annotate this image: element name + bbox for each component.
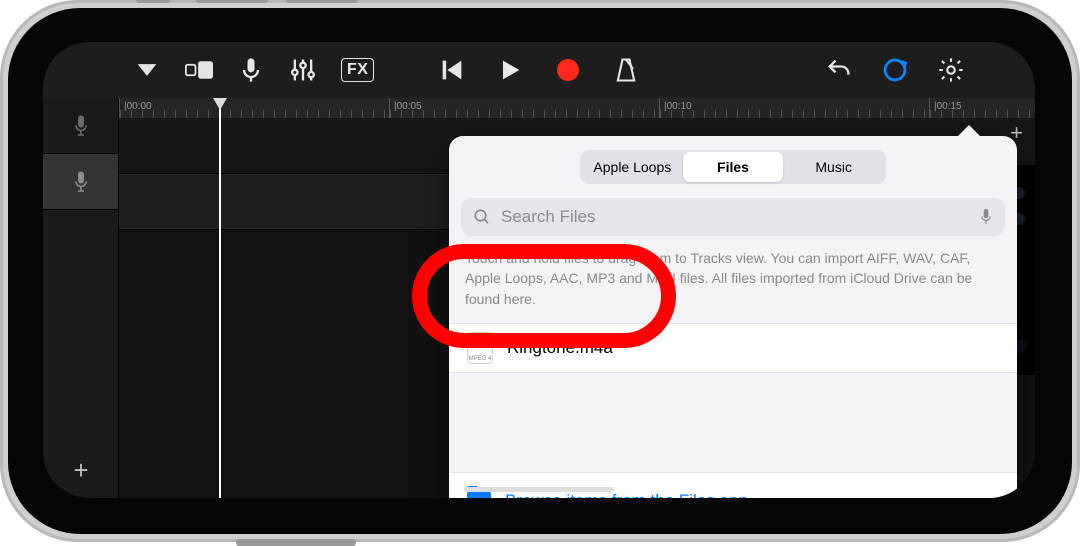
loop-browser-popover: Apple Loops Files Music Touch and hold f… (449, 136, 1017, 498)
ruler-mark: |00:15 (934, 101, 962, 112)
tab-music[interactable]: Music (783, 152, 884, 182)
file-name-label: Ringtone.m4a (507, 338, 613, 358)
mixer-icon[interactable] (289, 56, 317, 84)
go-to-start-icon[interactable] (438, 56, 466, 84)
loop-browser-icon[interactable] (881, 56, 909, 84)
settings-gear-icon[interactable] (937, 56, 965, 84)
metronome-icon[interactable] (612, 56, 640, 84)
ruler-mark: |00:00 (124, 101, 152, 112)
view-dropdown-icon[interactable] (133, 56, 161, 84)
microphone-icon[interactable] (237, 56, 265, 84)
import-hint-text: Touch and hold files to drag them to Tra… (449, 236, 1017, 323)
tab-apple-loops[interactable]: Apple Loops (582, 152, 683, 182)
search-input[interactable] (501, 207, 969, 227)
add-track-button[interactable]: + (43, 442, 119, 498)
home-indicator[interactable] (464, 487, 614, 492)
play-icon[interactable] (496, 56, 524, 84)
record-button[interactable] (554, 56, 582, 84)
file-row[interactable]: MPEG 4 Ringtone.m4a (449, 323, 1017, 373)
track-headers: + (43, 98, 119, 498)
fx-button[interactable]: FX (341, 58, 374, 82)
dictation-icon[interactable] (979, 207, 993, 227)
ruler-mark: |00:05 (394, 101, 422, 112)
audio-file-icon: MPEG 4 (467, 332, 493, 364)
top-toolbar: FX (43, 42, 1035, 98)
track-header-2[interactable] (43, 154, 118, 210)
ruler-mark: |00:10 (664, 101, 692, 112)
browse-files-app[interactable]: Browse items from the Files app (449, 472, 1017, 498)
timeline-ruler[interactable]: |00:00 |00:05 |00:10 |00:15 (119, 98, 1035, 118)
source-segmented-control: Apple Loops Files Music (580, 150, 886, 184)
undo-icon[interactable] (825, 56, 853, 84)
microphone-icon (72, 113, 90, 139)
tab-files[interactable]: Files (683, 152, 784, 182)
search-icon (473, 208, 491, 226)
microphone-icon (72, 169, 90, 195)
track-header-1[interactable] (43, 98, 118, 154)
regions-icon[interactable] (185, 56, 213, 84)
search-field[interactable] (461, 198, 1005, 236)
playhead[interactable] (219, 98, 221, 498)
